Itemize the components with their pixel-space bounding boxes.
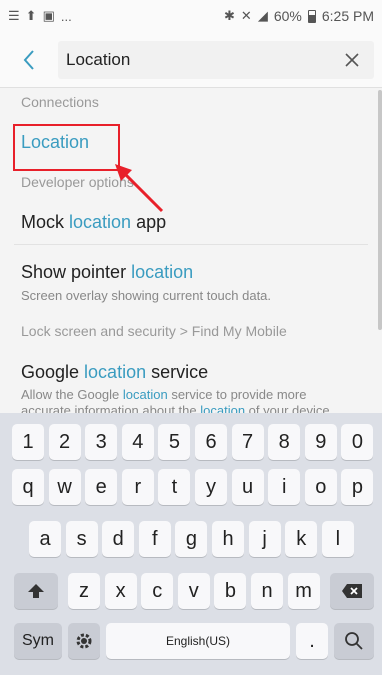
key-s[interactable]: s: [65, 521, 98, 557]
key-r[interactable]: r: [121, 469, 154, 505]
more-notifications: ...: [60, 8, 72, 24]
divider: [14, 244, 368, 245]
section-header: Developer options: [21, 174, 134, 190]
battery-percent: 60%: [273, 8, 302, 24]
back-arrow-icon: [23, 49, 34, 70]
highlight-box: [13, 124, 120, 171]
image-icon: ▣: [42, 8, 55, 23]
key-x[interactable]: x: [104, 573, 137, 609]
section-header: Lock screen and security > Find My Mobil…: [21, 323, 287, 339]
subtitle-text: accurate information about the: [21, 403, 201, 413]
result-google-location-service[interactable]: Google location service: [21, 362, 208, 383]
space-key[interactable]: English(US): [106, 623, 290, 659]
search-key[interactable]: [334, 623, 374, 659]
key-5[interactable]: 5: [158, 424, 191, 460]
search-icon: [345, 632, 363, 650]
mute-icon: ✕: [240, 8, 252, 23]
subtitle-text: service to provide more: [167, 387, 307, 402]
title-text: Google: [21, 362, 85, 382]
settings-key[interactable]: [68, 623, 100, 659]
key-4[interactable]: 4: [121, 424, 154, 460]
result-subtitle: Screen overlay showing current touch dat…: [21, 288, 272, 303]
key-9[interactable]: 9: [304, 424, 337, 460]
key-6[interactable]: 6: [195, 424, 227, 460]
key-p[interactable]: p: [341, 469, 374, 505]
key-0[interactable]: 0: [341, 424, 374, 460]
key-v[interactable]: v: [177, 573, 210, 609]
key-i[interactable]: i: [268, 469, 301, 505]
key-z[interactable]: z: [68, 573, 100, 609]
key-q[interactable]: q: [12, 469, 44, 505]
bluetooth-icon: ✱: [224, 8, 235, 23]
subtitle-text: of your device.: [245, 403, 334, 413]
key-k[interactable]: k: [285, 521, 318, 557]
key-1[interactable]: 1: [12, 424, 44, 460]
title-match: location: [69, 212, 132, 232]
upload-icon: ⬆: [25, 8, 37, 23]
period-key[interactable]: .: [296, 623, 328, 659]
gear-icon: [76, 633, 92, 649]
key-m[interactable]: m: [287, 573, 320, 609]
key-u[interactable]: u: [231, 469, 264, 505]
subtitle-match: location: [122, 387, 168, 402]
key-w[interactable]: w: [48, 469, 81, 505]
subtitle-match: location: [200, 403, 246, 413]
clear-search-button[interactable]: [338, 46, 366, 74]
key-b[interactable]: b: [214, 573, 247, 609]
title-text: service: [146, 362, 209, 382]
section-header: Connections: [21, 94, 99, 110]
key-8[interactable]: 8: [268, 424, 301, 460]
key-y[interactable]: y: [195, 469, 227, 505]
search-header: Location: [0, 32, 382, 88]
title-text: Show pointer: [21, 262, 132, 282]
key-o[interactable]: o: [304, 469, 337, 505]
title-text: app: [131, 212, 167, 232]
back-button[interactable]: [0, 32, 58, 88]
signal-icon: ◢: [257, 8, 268, 23]
title-match: location: [131, 262, 194, 282]
search-input[interactable]: Location: [58, 40, 374, 79]
title-match: location: [84, 362, 147, 382]
key-l[interactable]: l: [321, 521, 354, 557]
search-query[interactable]: Location: [66, 50, 338, 70]
status-bar: ☰ ⬆ ▣ ... ✱ ✕ ◢ 60% 6:25 PM: [0, 0, 382, 32]
battery-icon: [307, 9, 316, 23]
clock: 6:25 PM: [321, 8, 374, 24]
notifications-icon: ☰: [8, 8, 20, 23]
key-n[interactable]: n: [251, 573, 283, 609]
key-2[interactable]: 2: [48, 424, 81, 460]
key-g[interactable]: g: [175, 521, 208, 557]
key-3[interactable]: 3: [85, 424, 118, 460]
key-t[interactable]: t: [158, 469, 191, 505]
keyboard: 1 2 3 4 5 6 7 8 9 0 q w e r t y u i o p a s d f g h j k l z x c v b n m Sym E…: [0, 413, 382, 675]
sym-key[interactable]: Sym: [14, 623, 62, 659]
scrollbar[interactable]: [378, 90, 382, 330]
key-h[interactable]: h: [212, 521, 244, 557]
close-icon: [345, 52, 359, 67]
title-text: Mock: [21, 212, 70, 232]
result-subtitle: Allow the Google location service to pro…: [21, 387, 306, 402]
key-e[interactable]: e: [85, 469, 118, 505]
shift-icon: [28, 584, 44, 598]
backspace-key[interactable]: [330, 573, 374, 609]
key-d[interactable]: d: [102, 521, 135, 557]
result-subtitle-line2: accurate information about the location …: [21, 403, 333, 413]
key-f[interactable]: f: [138, 521, 171, 557]
result-show-pointer-location[interactable]: Show pointer location: [21, 262, 193, 283]
key-j[interactable]: j: [248, 521, 281, 557]
key-a[interactable]: a: [29, 521, 61, 557]
key-c[interactable]: c: [141, 573, 174, 609]
result-mock-location-app[interactable]: Mock location app: [21, 212, 166, 233]
key-7[interactable]: 7: [231, 424, 264, 460]
subtitle-text: Allow the Google: [21, 387, 123, 402]
shift-key[interactable]: [14, 573, 58, 609]
backspace-icon: [342, 584, 362, 598]
